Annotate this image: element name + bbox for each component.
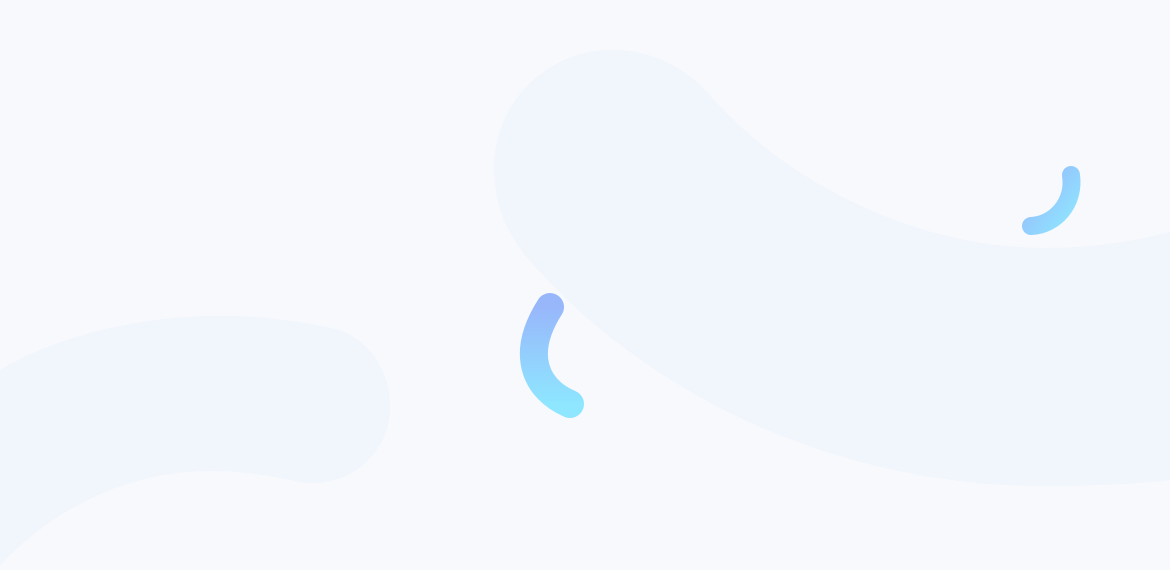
decorative-arc-small	[1022, 166, 1081, 235]
background-svg	[0, 50, 1170, 565]
background-blob-large	[494, 50, 1170, 486]
decorative-arc-large	[520, 293, 584, 418]
background-illustration	[0, 0, 1170, 570]
background-blob-left	[0, 316, 390, 565]
